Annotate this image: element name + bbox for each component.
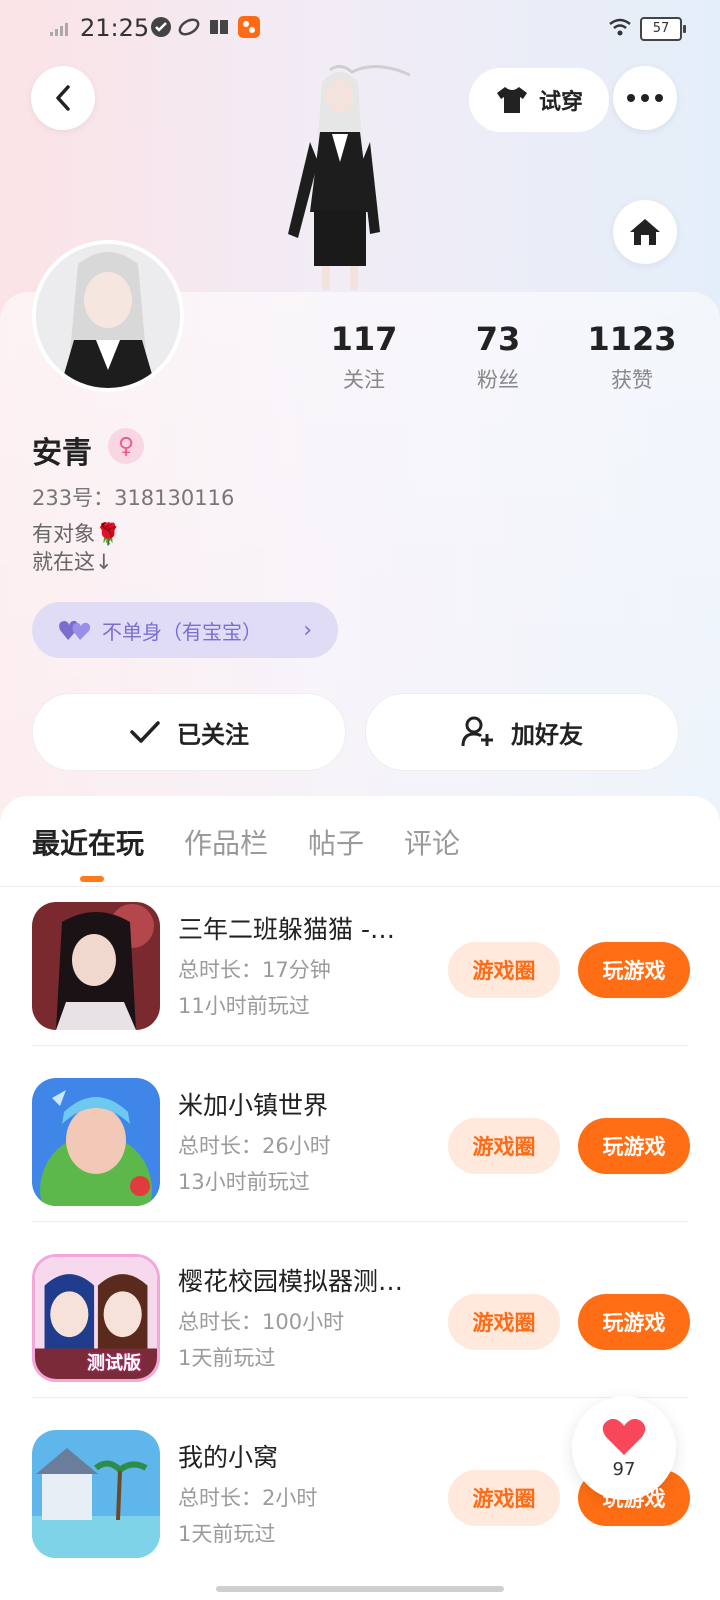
likes-label: 获赞	[611, 368, 653, 392]
game-circle-button[interactable]: 游戏圈	[448, 1470, 560, 1526]
app-notification-icon	[238, 16, 260, 38]
play-game-button[interactable]: 玩游戏	[578, 1294, 690, 1350]
game-row[interactable]: 米加小镇世界 总时长：26小时 13小时前玩过 游戏圈 玩游戏	[32, 1046, 690, 1222]
more-options-button[interactable]	[613, 66, 677, 130]
chevron-right-icon: ›	[303, 617, 312, 643]
game-duration: 总时长：17分钟	[178, 958, 331, 982]
stat-likes[interactable]: 1123 获赞	[572, 320, 692, 394]
followed-button[interactable]: 已关注	[32, 693, 346, 771]
relationship-label: 不单身（有宝宝）	[102, 619, 262, 644]
game-title: 米加小镇世界	[178, 1091, 329, 1120]
game-icon: 测试版	[32, 1254, 160, 1382]
like-count: 97	[612, 1458, 636, 1480]
game-title: 我的小窝	[178, 1443, 279, 1472]
avatar-image	[36, 244, 180, 388]
tab-posts[interactable]: 帖子	[308, 822, 364, 862]
character-3d-figure[interactable]	[270, 62, 410, 290]
more-dots-icon	[627, 94, 663, 102]
relationship-badge[interactable]: 不单身（有宝宝） ›	[32, 602, 338, 658]
game-last-played: 1天前玩过	[178, 1522, 276, 1546]
stat-following[interactable]: 117 关注	[304, 320, 424, 394]
game-duration: 总时长：2小时	[178, 1486, 318, 1510]
stat-followers[interactable]: 73 粉丝	[438, 320, 558, 394]
bio: 有对象🌹 就在这↓	[32, 520, 121, 576]
game-icon	[32, 1430, 160, 1558]
game-icon	[32, 1078, 160, 1206]
book-icon	[210, 20, 228, 34]
home-icon	[630, 219, 660, 245]
play-game-button[interactable]: 玩游戏	[578, 942, 690, 998]
add-user-icon	[461, 716, 493, 747]
tshirt-icon	[496, 87, 527, 113]
back-button[interactable]	[31, 66, 95, 130]
check-circle-icon	[151, 17, 171, 37]
game-circle-button[interactable]: 游戏圈	[448, 1294, 560, 1350]
wifi-icon	[609, 18, 631, 36]
status-bar: 21:25 57	[0, 0, 720, 56]
add-friend-label: 加好友	[511, 720, 583, 749]
play-game-button[interactable]: 玩游戏	[578, 1118, 690, 1174]
tab-comments[interactable]: 评论	[404, 822, 460, 862]
game-title: 三年二班躲猫猫 -…	[178, 915, 395, 944]
home-indicator[interactable]	[216, 1586, 504, 1592]
double-heart-icon	[59, 620, 91, 640]
checkmark-icon	[130, 721, 160, 743]
status-time: 21:25	[80, 14, 150, 42]
signal-icon	[50, 23, 68, 36]
followers-count: 73	[475, 320, 521, 358]
heart-icon	[602, 1418, 646, 1455]
tab-recently-played[interactable]: 最近在玩	[32, 822, 144, 862]
tab-works[interactable]: 作品栏	[184, 822, 268, 862]
following-label: 关注	[343, 368, 385, 392]
avatar[interactable]	[32, 240, 184, 392]
following-count: 117	[330, 320, 398, 358]
game-circle-button[interactable]: 游戏圈	[448, 942, 560, 998]
bio-line: 有对象🌹	[32, 522, 122, 546]
game-row[interactable]: 测试版 樱花校园模拟器测… 总时长：100小时 1天前玩过 游戏圈 玩游戏	[32, 1222, 690, 1398]
game-last-played: 1天前玩过	[178, 1346, 276, 1370]
test-version-label: 测试版	[87, 1353, 141, 1374]
followed-label: 已关注	[177, 720, 249, 749]
game-duration: 总时长：100小时	[178, 1310, 345, 1334]
try-on-button[interactable]: 试穿	[469, 68, 609, 132]
game-last-played: 13小时前玩过	[178, 1170, 310, 1194]
game-duration: 总时长：26小时	[178, 1134, 331, 1158]
leaf-icon	[178, 18, 200, 36]
username: 安青	[32, 436, 92, 471]
like-floating-button[interactable]: 97	[572, 1396, 676, 1500]
bio-line: 就在这↓	[32, 550, 113, 574]
followers-label: 粉丝	[477, 368, 519, 392]
female-gender-icon: ♀	[108, 428, 144, 464]
try-on-label: 试穿	[538, 90, 583, 115]
likes-count: 1123	[587, 320, 677, 358]
add-friend-button[interactable]: 加好友	[365, 693, 679, 771]
battery-indicator: 57	[640, 17, 686, 41]
game-last-played: 11小时前玩过	[178, 994, 310, 1018]
game-row[interactable]: 三年二班躲猫猫 -… 总时长：17分钟 11小时前玩过 游戏圈 玩游戏	[32, 870, 690, 1046]
game-icon	[32, 902, 160, 1030]
chevron-left-icon	[56, 85, 70, 111]
home-button[interactable]	[613, 200, 677, 264]
tab-bar: 最近在玩 作品栏 帖子 评论	[32, 822, 460, 862]
game-title: 樱花校园模拟器测…	[178, 1267, 404, 1296]
game-circle-button[interactable]: 游戏圈	[448, 1118, 560, 1174]
user-id: 233号：318130116	[32, 486, 235, 510]
